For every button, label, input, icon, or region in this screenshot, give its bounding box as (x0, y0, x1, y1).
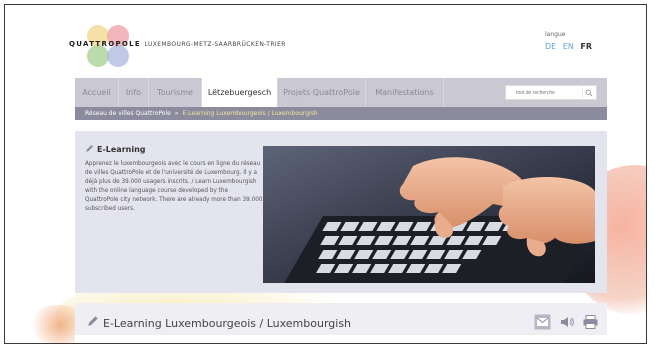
article-actions (532, 311, 599, 330)
lang-de-link[interactable]: DE (545, 42, 556, 51)
breadcrumb: Réseau de villes QuattroPole » E-Learnin… (75, 107, 607, 120)
lang-en-link[interactable]: EN (563, 42, 574, 51)
article-header: E-Learning Luxembourgeois / Luxembourgis… (75, 303, 607, 343)
search-button[interactable] (582, 87, 594, 98)
search-input[interactable] (506, 86, 578, 99)
pencil-icon (87, 315, 99, 330)
page-frame: QUATTROPOLE LUXEMBOURG-METZ-SAARBRÜCKEN-… (4, 4, 647, 344)
speaker-icon[interactable] (558, 314, 575, 330)
feature-title[interactable]: E-Learning (85, 144, 146, 155)
feature-box: E-Learning Apprenez le luxembourgeois av… (75, 131, 607, 293)
tab-projets-quattropole[interactable]: Projets QuattroPole (278, 78, 366, 107)
pencil-icon (85, 144, 94, 155)
print-icon[interactable] (582, 314, 599, 330)
keyboard-photo[interactable] (263, 146, 595, 283)
mail-icon[interactable] (534, 314, 551, 330)
feature-description: Apprenez le luxembourgeois avec le cours… (85, 161, 263, 213)
language-label: langue (545, 31, 566, 38)
tab-tourisme[interactable]: Tourisme (149, 78, 202, 107)
article-title: E-Learning Luxembourgeois / Luxembourgis… (87, 315, 351, 330)
lang-fr-current[interactable]: FR (580, 42, 592, 51)
language-switcher: langue DE EN FR (545, 31, 596, 51)
hands-typing-image (263, 146, 595, 283)
tab-manifestations[interactable]: Manifestations (366, 78, 444, 107)
breadcrumb-separator: » (174, 110, 179, 117)
breadcrumb-root-link[interactable]: Réseau de villes QuattroPole (85, 110, 171, 117)
tab-letzebuergesch[interactable]: Lëtzebuergesch (202, 78, 278, 107)
site-logo[interactable]: QUATTROPOLE LUXEMBOURG-METZ-SAARBRÜCKEN-… (69, 40, 286, 48)
main-nav: Accueil Info Tourisme Lëtzebuergesch Pro… (75, 78, 607, 107)
feature-title-text: E-Learning (97, 145, 146, 154)
brand-name: QUATTROPOLE (69, 40, 141, 48)
breadcrumb-current[interactable]: E-Learning Luxembourgeois / Luxembourgis… (182, 110, 317, 117)
article-body-start (75, 335, 607, 343)
tab-accueil[interactable]: Accueil (75, 78, 119, 107)
article-title-text: E-Learning Luxembourgeois / Luxembourgis… (103, 317, 352, 330)
search-icon (585, 89, 593, 97)
tab-info[interactable]: Info (119, 78, 149, 107)
search-box (505, 85, 597, 100)
brand-cities: LUXEMBOURG-METZ-SAARBRÜCKEN-TRIER (144, 41, 286, 48)
